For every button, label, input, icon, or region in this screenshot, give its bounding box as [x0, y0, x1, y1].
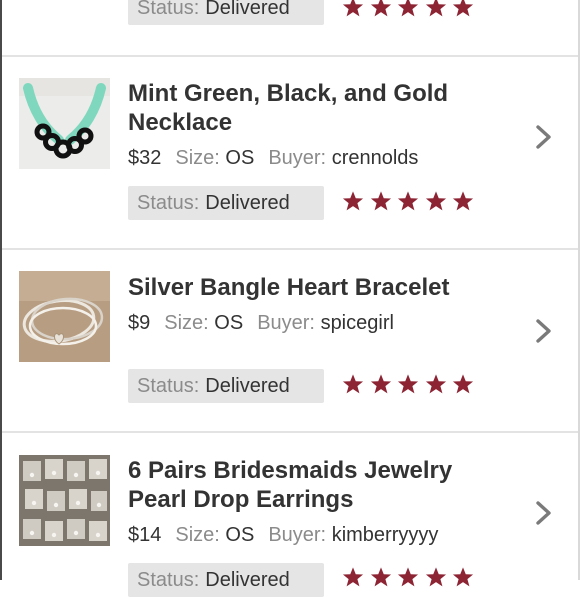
status-value: Delivered: [205, 192, 290, 214]
size-label: Size:: [175, 524, 220, 546]
order-meta: $14 Size: OS Buyer: kimberryyyy: [128, 523, 438, 547]
product-title[interactable]: Silver Bangle Heart Bracelet: [128, 273, 508, 302]
star-icon: [370, 190, 392, 212]
status-value: Delivered: [205, 375, 290, 397]
size-label: Size:: [164, 312, 209, 334]
product-thumbnail-earrings[interactable]: [19, 455, 110, 546]
star-icon: [342, 190, 364, 212]
price: $14: [128, 524, 162, 546]
size-value: OS: [214, 312, 244, 334]
rating-stars: [342, 373, 480, 395]
status-value: Delivered: [205, 0, 290, 19]
divider: [2, 431, 578, 433]
size-label: Size:: [175, 147, 220, 169]
star-icon: [397, 190, 419, 212]
chevron-right-icon[interactable]: [534, 500, 554, 526]
order-meta: $9 Size: OS Buyer: spicegirl: [128, 311, 394, 335]
status-value: Delivered: [205, 569, 290, 591]
rating-stars: [342, 190, 480, 212]
star-icon: [397, 0, 419, 18]
star-icon: [425, 373, 447, 395]
buyer-name[interactable]: kimberryyyy: [332, 524, 439, 546]
star-icon: [342, 566, 364, 588]
star-icon: [425, 190, 447, 212]
status-label: Status:: [137, 569, 200, 591]
product-thumbnail-necklace[interactable]: [19, 78, 110, 169]
star-icon: [370, 566, 392, 588]
status-label: Status:: [137, 375, 200, 397]
buyer-label: Buyer:: [268, 147, 327, 169]
star-icon: [425, 0, 447, 18]
star-icon: [425, 566, 447, 588]
size-value: OS: [225, 147, 255, 169]
product-title[interactable]: 6 Pairs Bridesmaids Jewelry Pearl Drop E…: [128, 456, 508, 514]
status-badge: Status: Delivered: [128, 369, 324, 403]
star-icon: [452, 566, 474, 588]
star-icon: [452, 0, 474, 18]
product-title[interactable]: Mint Green, Black, and Gold Necklace: [128, 79, 508, 137]
buyer-name[interactable]: crennolds: [332, 147, 419, 169]
status-label: Status:: [137, 192, 200, 214]
order-meta: $32 Size: OS Buyer: crennolds: [128, 146, 418, 170]
chevron-right-icon[interactable]: [534, 318, 554, 344]
star-icon: [370, 0, 392, 18]
size-value: OS: [225, 524, 255, 546]
star-icon: [452, 190, 474, 212]
star-icon: [342, 373, 364, 395]
star-icon: [370, 373, 392, 395]
status-badge: Status: Delivered: [128, 0, 324, 25]
buyer-label: Buyer:: [268, 524, 327, 546]
product-thumbnail-bracelet[interactable]: [19, 271, 110, 362]
star-icon: [397, 566, 419, 588]
status-label: Status:: [137, 0, 200, 19]
price: $32: [128, 147, 162, 169]
star-icon: [342, 0, 364, 18]
rating-stars: [342, 0, 480, 18]
divider: [2, 248, 578, 250]
star-icon: [397, 373, 419, 395]
sold-orders-list: Status: Delivered Mint Green, Black, and…: [0, 0, 580, 597]
buyer-label: Buyer:: [257, 312, 315, 334]
price: $9: [128, 312, 151, 334]
buyer-name[interactable]: spicegirl: [321, 312, 394, 334]
status-badge: Status: Delivered: [128, 186, 324, 220]
divider: [2, 55, 578, 57]
chevron-right-icon[interactable]: [534, 124, 554, 150]
left-border: [0, 0, 2, 580]
status-badge: Status: Delivered: [128, 563, 324, 597]
rating-stars: [342, 566, 480, 588]
star-icon: [452, 373, 474, 395]
